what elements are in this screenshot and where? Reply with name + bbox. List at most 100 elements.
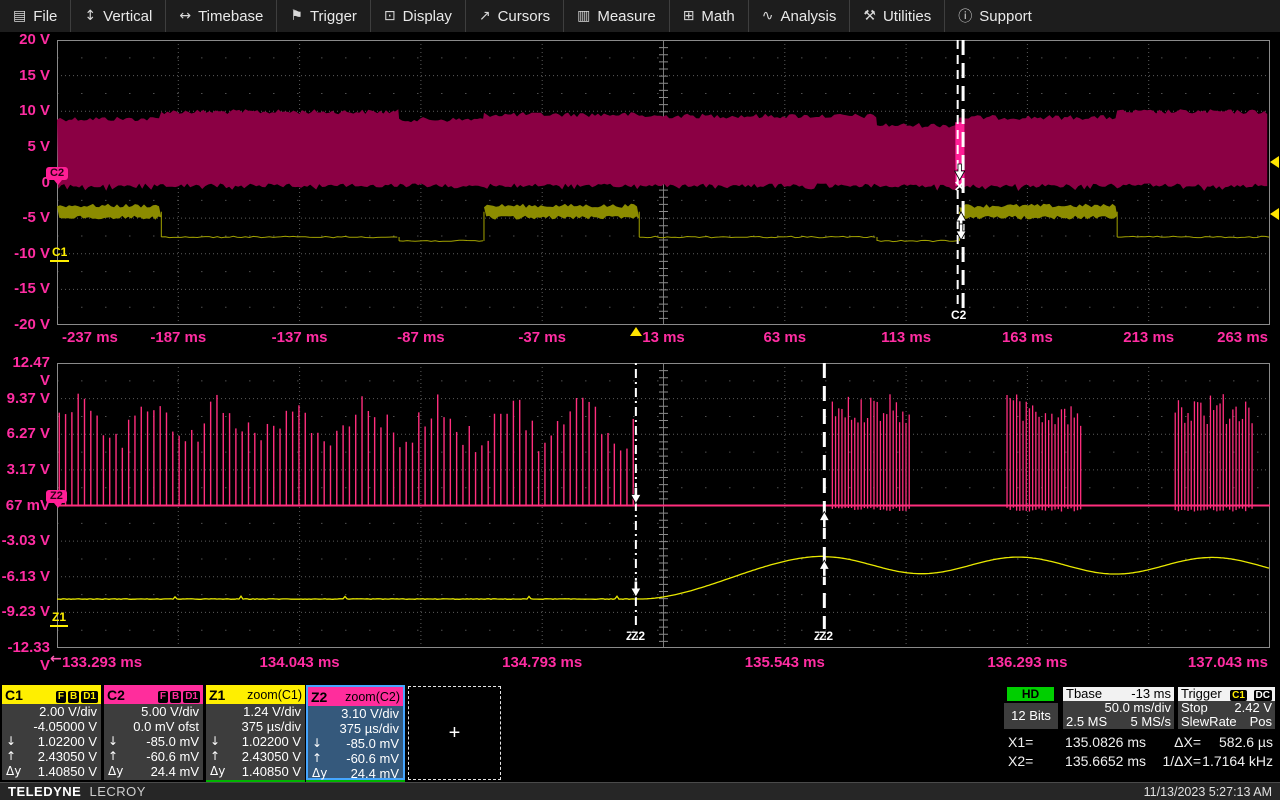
menu-item-support[interactable]: ⓘSupport [944, 0, 1045, 32]
timebase-label: Tbase [1066, 687, 1102, 701]
menu-item-label: Display [403, 8, 452, 25]
trigger-slope: Pos [1250, 715, 1272, 729]
main-waveform-grid[interactable] [57, 40, 1270, 325]
trace-flag-badge: D1 [81, 691, 98, 703]
cursor-arrow-marker [631, 581, 641, 597]
y-axis-label: -5 V [0, 209, 50, 227]
menu-item-label: Trigger [310, 8, 357, 25]
menu-item-vertical[interactable]: ↕Vertical [70, 0, 165, 32]
c1-trace[interactable] [399, 240, 483, 241]
menu-item-trigger[interactable]: ⚑Trigger [276, 0, 370, 32]
c1-trace[interactable] [877, 240, 957, 241]
cursor-value: 1.02200 V [38, 734, 97, 749]
menu-item-label: File [33, 8, 57, 25]
y-axis-label: 20 V [0, 31, 50, 49]
x-axis-label: 13 ms [642, 329, 685, 346]
menu-item-label: Timebase [198, 8, 263, 25]
c1-trace[interactable] [57, 204, 161, 220]
adc-bits-box[interactable]: 12 Bits [1004, 703, 1058, 729]
upper-cursor-label[interactable]: C2 [951, 308, 966, 322]
trigger-position-marker[interactable] [630, 327, 642, 336]
arrow-down-icon: ↓ [210, 734, 220, 749]
c1-trace[interactable] [960, 204, 1118, 220]
timebase-box[interactable]: Tbase -13 ms 50.0 ms/div 2.5 MS 5 MS/s [1063, 687, 1174, 729]
pan-left-arrow[interactable]: ← [50, 651, 62, 667]
x-axis-label: 136.293 ms [987, 654, 1067, 671]
c1-trace[interactable] [1117, 236, 1269, 237]
main-grid-x-axis: -237 ms-187 ms-137 ms-87 ms-37 ms13 ms63… [57, 329, 1270, 347]
descriptor-z2[interactable]: Z2zoom(C2)3.10 V/div375 µs/div↓-85.0 mV↑… [306, 685, 405, 780]
c1-trace[interactable] [484, 204, 639, 220]
x-axis-label: -37 ms [518, 329, 566, 346]
brand-lecroy: LECROY [89, 784, 145, 799]
x-axis-label: -137 ms [272, 329, 328, 346]
x2-value: 135.6652 ms [1046, 753, 1146, 769]
trace-flag-badge: B [170, 691, 181, 703]
cursor-value: -60.6 mV [346, 751, 399, 766]
y-axis-label: 67 mV [0, 497, 50, 515]
descriptor-c1[interactable]: C1FBD12.00 V/div-4.05000 V↓1.02200 V↑2.4… [2, 685, 101, 780]
zoom-source-label: zoom(C1) [247, 688, 302, 702]
delta-y-icon: Δy [6, 764, 21, 779]
menu-item-measure[interactable]: ▥Measure [563, 0, 669, 32]
trigger-header: Trigger C1 DC [1178, 687, 1275, 701]
invdx-value: 1.7164 kHz [1201, 753, 1273, 769]
arrow-down-icon: ↓ [312, 736, 322, 751]
y-axis-label: 5 V [0, 138, 50, 156]
menu-item-cursors[interactable]: ↗Cursors [465, 0, 563, 32]
x-axis-label: -87 ms [397, 329, 445, 346]
x-axis-label: 213 ms [1123, 329, 1174, 346]
math-icon: ⊞ [683, 8, 695, 24]
cursor-arrow-marker [819, 512, 829, 528]
arrow-up-icon: ↑ [108, 749, 118, 764]
add-trace-box[interactable]: + [408, 686, 501, 780]
zoom-grid-canvas[interactable] [57, 363, 1270, 648]
zoom-waveform-grid[interactable] [57, 363, 1270, 648]
descriptor-cursor-value: Δy1.40850 V [206, 764, 305, 779]
descriptor-value: 3.10 V/div [308, 706, 403, 721]
main-grid-y-axis: 20 V15 V10 V5 V0-5 V-10 V-15 V-20 V [0, 40, 52, 325]
c2-trace[interactable] [57, 109, 1267, 191]
descriptor-value: 2.00 V/div [2, 704, 101, 719]
hd-mode-badge[interactable]: HD [1007, 687, 1054, 701]
z2-offset-marker[interactable]: Z2 [46, 490, 67, 503]
descriptor-header: Z2zoom(C2) [308, 687, 403, 706]
cursor-label-z2: Z2 [631, 629, 645, 643]
c1-trace[interactable] [161, 236, 397, 237]
brand-logo: TELEDYNE LECROY [8, 784, 146, 799]
menu-item-utilities[interactable]: ⚒Utilities [849, 0, 944, 32]
zoom-cursor2-label[interactable]: Z1Z2 [814, 629, 833, 643]
cursor-arrow-marker [819, 560, 829, 576]
datetime: 11/13/2023 5:27:13 AM [1144, 785, 1272, 799]
x-axis-label: 137.043 ms [1188, 654, 1268, 671]
zoom-cursor1-label[interactable]: Z1Z2 [626, 629, 645, 643]
invdx-label: 1/ΔX= [1146, 753, 1201, 769]
descriptor-z1[interactable]: Z1zoom(C1)1.24 V/div375 µs/div↓1.02200 V… [206, 685, 305, 780]
dx-value: 582.6 µs [1201, 734, 1273, 750]
trigger-box[interactable]: Trigger C1 DC Stop 2.42 V SlewRate Pos [1178, 687, 1275, 729]
cursor-value: -60.6 mV [146, 749, 199, 764]
descriptor-value: 375 µs/div [308, 721, 403, 736]
utilities-icon: ⚒ [863, 8, 876, 24]
trigger-level-marker[interactable] [1270, 156, 1279, 168]
menu-bar: ▤File↕Vertical↔Timebase⚑Trigger ⊡ Display ↗… [0, 0, 1280, 33]
menu-item-math[interactable]: ⊞Math [669, 0, 748, 32]
c1-offset-marker[interactable]: C1 [50, 245, 69, 262]
menu-item-analysis[interactable]: ∿Analysis [748, 0, 850, 32]
descriptor-c2[interactable]: C2FBD15.00 V/div0.0 mV ofst↓-85.0 mV↑-60… [104, 685, 203, 780]
main-grid-canvas[interactable] [57, 40, 1270, 325]
y-axis-label: 12.47 V [0, 354, 50, 372]
trigger-mode: Stop [1181, 701, 1208, 715]
c1-trace[interactable] [639, 236, 875, 237]
menu-item-file[interactable]: ▤File [0, 0, 70, 32]
c2-offset-marker[interactable]: C2 [46, 167, 68, 180]
brand-teledyne: TELEDYNE [8, 784, 81, 799]
plus-icon: + [449, 722, 461, 745]
display-icon: ⊡ [384, 8, 396, 24]
channel-level-marker[interactable] [1270, 208, 1279, 220]
descriptor-cursor-value: ↓1.02200 V [2, 734, 101, 749]
z1-offset-marker[interactable]: Z1 [50, 610, 68, 627]
menu-item-timebase[interactable]: ↔Timebase [165, 0, 276, 32]
menu-item-display[interactable]: ⊡ Display [370, 0, 465, 32]
y-axis-label: -10 V [0, 245, 50, 263]
